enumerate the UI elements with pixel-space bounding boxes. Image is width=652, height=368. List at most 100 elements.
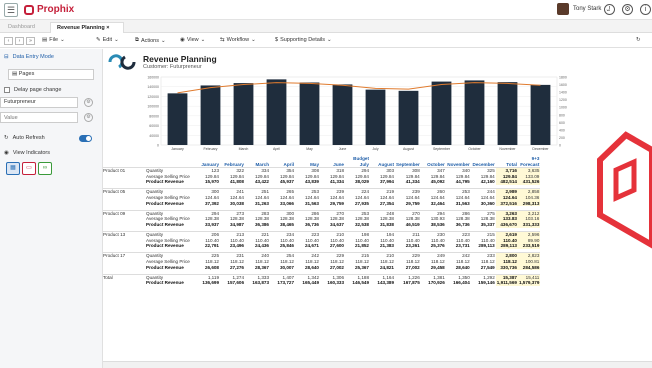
total-value: 1,911,569 xyxy=(495,280,518,286)
info-icon[interactable]: i xyxy=(640,4,651,15)
month-header: November xyxy=(447,161,470,167)
entity-selector[interactable]: Futurpreneur xyxy=(0,97,78,108)
data-entry-mode[interactable]: ⊟ Data Entry Mode xyxy=(4,54,54,60)
view-menu[interactable]: ◉ View ⌄ xyxy=(180,37,205,43)
x-tick-label: March xyxy=(239,147,249,151)
customer-label: Customer: Futurpreneur xyxy=(143,64,202,70)
y-tick-label: 60000 xyxy=(149,124,159,128)
link-indicator-button[interactable]: ∞ xyxy=(38,162,52,175)
workflow-icon: ⇆ xyxy=(220,37,225,43)
sidebar: ⊟ Data Entry Mode ▤ Pages Delay page chan… xyxy=(0,49,103,368)
y-tick-label: 140000 xyxy=(147,85,159,89)
workflow-menu[interactable]: ⇆ Workflow ⌄ xyxy=(220,37,256,43)
checkbox[interactable] xyxy=(4,87,10,93)
bell-icon[interactable]: ! xyxy=(604,4,615,15)
avatar xyxy=(557,3,569,15)
eye-icon: ◉ xyxy=(4,150,9,156)
chart-bar xyxy=(167,93,188,145)
chart-bar xyxy=(266,79,287,145)
y2-tick-label: 0 xyxy=(559,144,561,148)
view-indicators: ◉ View Indicators xyxy=(4,150,50,156)
measure-label: Average Selling Price xyxy=(146,195,190,201)
forecast-header: Forecast xyxy=(520,161,540,167)
auto-refresh-label: Auto Refresh xyxy=(12,135,45,141)
x-tick-label: February xyxy=(203,147,217,151)
prophix-watermark-icon xyxy=(597,131,652,249)
y2-tick-label: 400 xyxy=(559,128,565,132)
file-menu[interactable]: ▤ File ⌄ xyxy=(42,37,65,43)
comment-indicator-button[interactable]: ▭ xyxy=(22,162,36,175)
refresh-icon: ↻ xyxy=(4,135,9,141)
back-icon[interactable]: ‹ xyxy=(4,37,13,45)
revenue-chart: 0 40000 60000 80000 100000 120000 140000 160000… xyxy=(147,76,567,152)
actions-menu[interactable]: ⧉ Actions ⌄ xyxy=(135,37,166,44)
supporting-details-menu[interactable]: $ Supporting Details ⌄ xyxy=(275,37,332,43)
chart-bar xyxy=(332,84,353,145)
edit-menu[interactable]: ✎ Edit ⌄ xyxy=(96,37,119,43)
month-header: September xyxy=(396,161,420,167)
app-logo: Prophix xyxy=(24,4,74,15)
tab-bar: Dashboard Revenue Planning × xyxy=(0,20,652,33)
forecast-value: 1,579,379 xyxy=(517,280,541,286)
auto-refresh-toggle[interactable] xyxy=(79,135,92,142)
pages-label: Pages xyxy=(18,71,35,77)
chart-bar xyxy=(200,85,221,145)
entity-value: Futurpreneur xyxy=(4,99,36,105)
eye-icon: ◉ xyxy=(180,37,185,43)
spacer-row xyxy=(103,286,540,290)
page-title: Revenue Planning xyxy=(143,54,217,64)
y2-tick-label: 1200 xyxy=(559,98,567,102)
chart-bar xyxy=(299,82,320,145)
measure-label: Average Selling Price xyxy=(146,258,190,264)
first-page-icon[interactable]: » xyxy=(26,37,35,45)
value-input[interactable] xyxy=(0,112,78,123)
gear-icon[interactable]: ⚙ xyxy=(84,113,93,122)
delay-page-change[interactable]: Delay page change xyxy=(4,87,61,93)
y2-tick-label: 800 xyxy=(559,113,565,117)
spacer xyxy=(103,286,540,290)
horizontal-scrollbar[interactable] xyxy=(103,361,652,368)
x-tick-label: December xyxy=(532,147,549,151)
actions-label: Actions xyxy=(140,37,159,44)
app-name: Prophix xyxy=(37,4,75,15)
report-area: Revenue Planning Customer: Futurpreneur … xyxy=(103,49,652,361)
x-tick-label: July xyxy=(372,147,378,151)
y-tick-label: 100000 xyxy=(147,105,159,109)
chart-bar xyxy=(431,81,452,145)
tab-label: Revenue Planning xyxy=(57,25,105,31)
company-logo xyxy=(108,54,136,70)
y-tick-label: 120000 xyxy=(147,95,159,99)
settings-icon[interactable]: ⚙ xyxy=(622,4,633,15)
x-tick-label: June xyxy=(339,147,347,151)
toolbar: ‹ › » ▤ File ⌄ ✎ Edit ⌄ ⧉ Actions ⌄ ◉ View ⌄ ⇆ Wo… xyxy=(0,34,652,48)
forward-icon[interactable]: › xyxy=(15,37,24,45)
top-bar: ☰ Prophix Tony Stark ⌄ ! ⚙ i xyxy=(0,0,652,20)
y2-tick-label: 200 xyxy=(559,136,565,140)
tab-revenue-planning[interactable]: Revenue Planning × xyxy=(50,22,124,33)
mode-label: Data Entry Mode xyxy=(12,54,54,60)
refresh-icon[interactable]: ↻ xyxy=(636,37,641,43)
x-tick-label: January xyxy=(171,147,184,151)
file-label: File xyxy=(49,37,59,43)
close-icon[interactable]: × xyxy=(106,25,109,31)
x-tick-label: August xyxy=(403,147,414,151)
y2-tick-label: 1400 xyxy=(559,91,567,95)
y2-tick-label: 1000 xyxy=(559,106,567,110)
x-tick-label: May xyxy=(306,147,313,151)
month-header: February xyxy=(224,161,244,167)
chart-bar xyxy=(464,80,485,145)
menu-icon[interactable]: ☰ xyxy=(4,3,18,17)
pencil-icon: ✎ xyxy=(96,37,101,43)
gear-icon[interactable]: ⚙ xyxy=(84,98,93,107)
tab-dashboard[interactable]: Dashboard xyxy=(2,22,41,33)
pages-dropdown[interactable]: ▤ Pages xyxy=(8,69,94,80)
grid-indicator-button[interactable]: ▦ xyxy=(6,162,20,175)
y-tick-label: 40000 xyxy=(149,134,159,138)
supporting-label: Supporting Details xyxy=(280,37,326,43)
user-menu[interactable]: Tony Stark ⌄ xyxy=(557,3,610,15)
month-header: December xyxy=(472,161,495,167)
y-tick-label: 80000 xyxy=(149,114,159,118)
data-entry-icon: ⊟ xyxy=(4,54,9,60)
x-tick-label: September xyxy=(433,147,451,151)
x-tick-label: April xyxy=(273,147,280,151)
